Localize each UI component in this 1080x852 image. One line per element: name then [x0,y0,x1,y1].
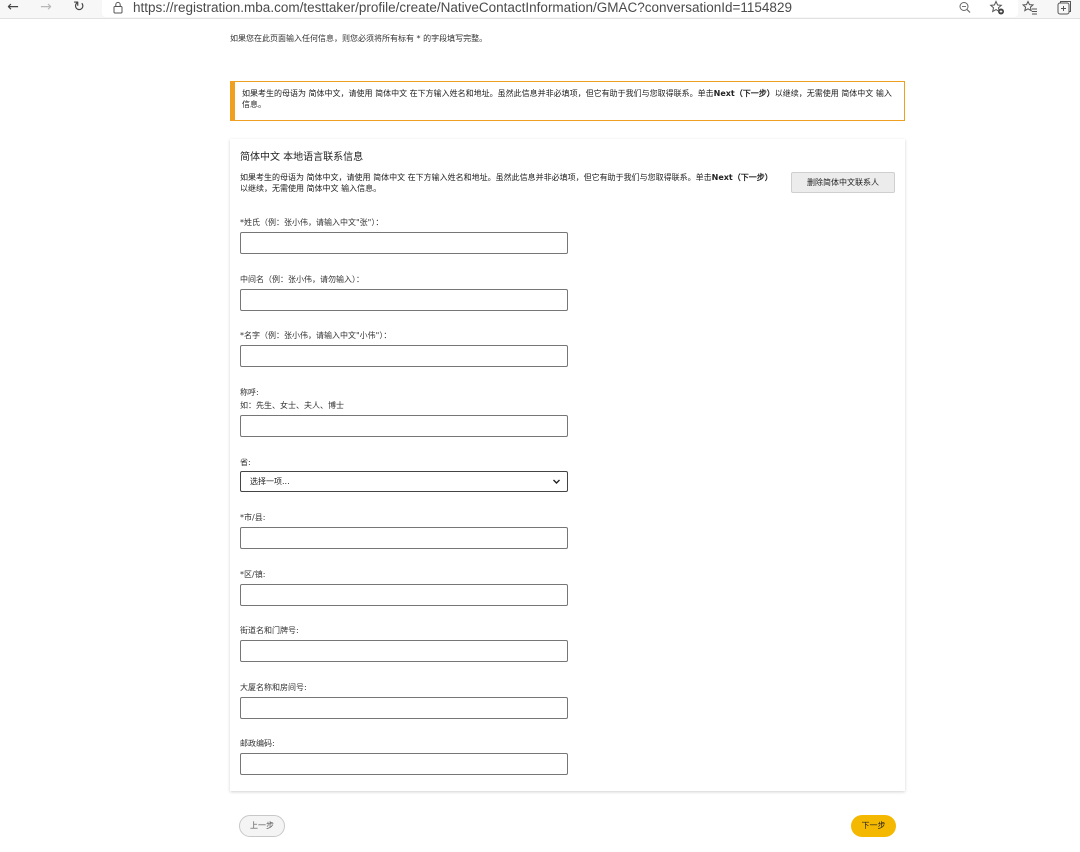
card-description: 如果考生的母语为 简体中文，请使用 简体中文 在下方输入姓名和地址。虽然此信息并… [240,172,780,194]
required-fields-note: 如果您在此页面输入任何信息，则您必须将所有标有 * 的字段填写完整。 [230,34,488,43]
surname-label: *姓氏（例：张小伟，请输入中文"张"）： [240,218,384,227]
zoom-icon[interactable] [957,0,973,16]
salutation-input[interactable] [240,415,568,437]
collections-icon[interactable] [1056,0,1072,16]
building-label: 大厦名称和房间号: [240,683,307,692]
building-input[interactable] [240,697,568,719]
province-select[interactable]: 选择一项... [240,471,568,492]
salutation-hint: 如：先生、女士、夫人、博士 [240,401,344,410]
district-label: *区/镇: [240,570,266,579]
postal-code-input[interactable] [240,753,568,775]
middle-name-input[interactable] [240,289,568,311]
url-text: https://registration.mba.com/testtaker/p… [133,0,792,15]
card-title: 简体中文 本地语言联系信息 [240,152,364,163]
next-step-button[interactable]: 下一步 [851,815,896,837]
province-selected-value: 选择一项... [250,477,290,486]
chevron-down-icon [553,479,560,484]
card-desc-part1: 如果考生的母语为 简体中文，请使用 简体中文 在下方输入姓名和地址。虽然此信息并… [240,173,712,182]
previous-step-button[interactable]: 上一步 [239,815,285,837]
favorite-add-icon[interactable] [989,0,1005,16]
native-language-notice: 如果考生的母语为 简体中文，请使用 简体中文 在下方输入姓名和地址。虽然此信息并… [230,81,905,121]
card-desc-next-text: Next（下一步） [711,173,773,182]
notice-text-part1: 如果考生的母语为 简体中文，请使用 简体中文 在下方输入姓名和地址。虽然此信息并… [242,89,714,98]
refresh-icon[interactable]: ↻ [70,0,88,16]
salutation-label: 称呼: [240,388,259,397]
address-bar[interactable]: https://registration.mba.com/testtaker/p… [102,0,1018,17]
card-desc-part2: 以继续，无需使用 简体中文 输入信息。 [240,184,382,193]
street-label: 街道名和门牌号: [240,626,299,635]
city-label: *市/县: [240,513,266,522]
postal-code-label: 邮政编码: [240,739,275,748]
browser-toolbar: ← → ↻ https://registration.mba.com/testt… [0,0,1080,19]
delete-native-contact-button[interactable]: 删除简体中文联系人 [791,172,895,193]
surname-input[interactable] [240,232,568,254]
given-name-label: *名字（例：张小伟，请输入中文"小伟"）： [240,331,392,340]
street-input[interactable] [240,640,568,662]
middle-name-label: 中间名（例：张小伟，请勿输入）： [240,275,364,284]
lock-icon [113,1,123,14]
province-label: 省: [240,458,251,467]
given-name-input[interactable] [240,345,568,367]
city-input[interactable] [240,527,568,549]
back-arrow-icon[interactable]: ← [4,0,22,16]
district-input[interactable] [240,584,568,606]
notice-next-text: Next（下一步） [713,89,775,98]
native-contact-card: 简体中文 本地语言联系信息 如果考生的母语为 简体中文，请使用 简体中文 在下方… [230,139,905,791]
favorites-icon[interactable] [1022,0,1038,16]
forward-arrow-icon[interactable]: → [37,0,55,16]
